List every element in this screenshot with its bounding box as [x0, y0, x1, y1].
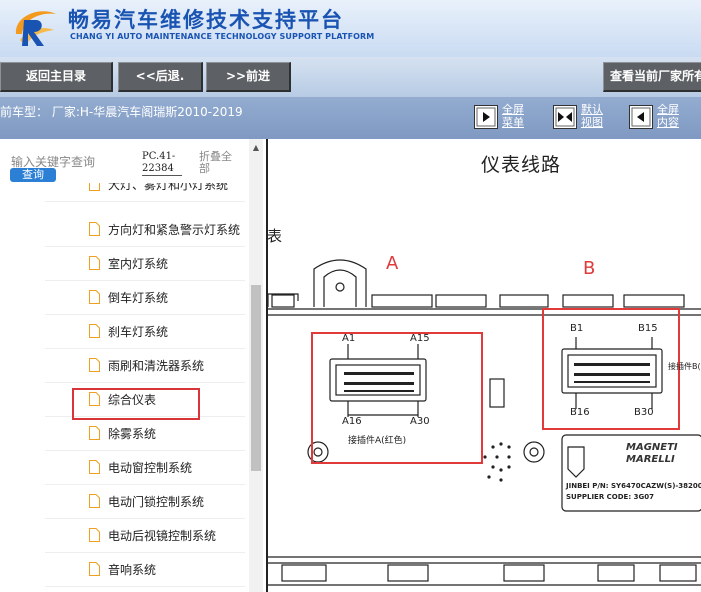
diagram-panel: 仪表线路 表 A B A1 A15 A16 A30 接插件A(红色) B1 B1… [266, 139, 701, 592]
connector-b-caption: 接插件B( [668, 362, 701, 371]
tree-item-label: 电动窗控制系统 [108, 461, 193, 475]
document-icon [89, 426, 100, 440]
pin-b30-label: B30 [634, 407, 654, 418]
tree-item-power-window[interactable]: 电动窗控制系统 [45, 450, 245, 485]
tree-item-door-lock[interactable]: 电动门锁控制系统 [45, 484, 245, 519]
tree-item-interior-light[interactable]: 室内灯系统 [45, 246, 245, 281]
tree-item-label: 方向灯和紧急警示灯系统 [108, 223, 241, 237]
default-view-icon [553, 105, 577, 129]
part-number-label: JINBEI P/N: SY6470CAZW(S)-3820010 [566, 482, 701, 490]
document-icon [89, 358, 100, 372]
tree-item-mirror[interactable]: 电动后视镜控制系统 [45, 518, 245, 553]
tree-item-audio[interactable]: 音响系统 [45, 552, 245, 587]
fullscreen-menu-label-2: 菜单 [502, 116, 524, 129]
tree-item-reverse-light[interactable]: 倒车灯系统 [45, 280, 245, 315]
fullscreen-content-icon [629, 105, 653, 129]
platform-title: 畅易汽车维修技术支持平台 [68, 8, 344, 32]
view-factory-button[interactable]: 查看当前厂家所有 [603, 62, 701, 92]
document-icon [89, 494, 100, 508]
current-vehicle-label: 前车型： 厂家:H-华晨汽车阁瑞斯2010-2019 [0, 105, 243, 119]
tree-item-label: 室内灯系统 [108, 257, 169, 271]
pin-a16-label: A16 [342, 416, 362, 427]
home-button[interactable]: 返回主目录 [0, 62, 113, 92]
document-icon [89, 528, 100, 542]
search-button[interactable]: 查询 [10, 168, 56, 182]
vehicle-info-bar: 前车型： 厂家:H-华晨汽车阁瑞斯2010-2019 全屏 菜单 默认 视图 全屏内… [0, 97, 701, 139]
document-icon [89, 562, 100, 576]
forward-button[interactable]: >>前进 [206, 62, 291, 92]
tree-item-label: 音响系统 [108, 563, 157, 577]
pin-b1-label: B1 [570, 323, 584, 334]
document-icon [89, 290, 100, 304]
connector-a-caption: 接插件A(红色) [348, 436, 407, 446]
tree-item-label: 电动门锁控制系统 [108, 495, 205, 509]
document-icon [89, 222, 100, 236]
highlight-annotation-box [72, 388, 200, 420]
tree-item-brake-light[interactable]: 刹车灯系统 [45, 314, 245, 349]
tree-item-label: 刹车灯系统 [108, 325, 169, 339]
tree-item-label: 雨刷和清洗器系统 [108, 359, 205, 373]
default-view-label-2: 视图 [581, 116, 603, 129]
scroll-thumb[interactable] [251, 285, 261, 471]
navigation-bar: 返回主目录 <<后退. >>前进 查看当前厂家所有 [0, 57, 701, 97]
diagram-cut-label: 表 [267, 227, 283, 245]
diagram-title: 仪表线路 [481, 154, 562, 176]
document-icon [89, 324, 100, 338]
scroll-up-arrow-icon[interactable]: ▲ [249, 143, 263, 155]
wiring-diagram [268, 259, 701, 586]
left-scrollbar[interactable]: ▲ [249, 139, 263, 592]
pin-a1-label: A1 [342, 333, 356, 344]
tree-item-label: 除雾系统 [108, 427, 157, 441]
pin-b15-label: B15 [638, 323, 658, 334]
document-icon [89, 183, 100, 191]
fullscreen-menu-button[interactable]: 全屏 菜单 [474, 103, 534, 133]
default-view-button[interactable]: 默认 视图 [553, 103, 613, 133]
pin-a15-label: A15 [410, 333, 430, 344]
fullscreen-content-button[interactable]: 全屏 内容 [629, 103, 689, 133]
brand-name-1: MAGNETI [626, 442, 678, 453]
pin-a30-label: A30 [410, 416, 430, 427]
tree-item-defog[interactable]: 除雾系统 [45, 416, 245, 451]
default-view-label-1: 默认 [581, 103, 603, 116]
connector-a-letter: A [386, 253, 399, 274]
platform-subtitle: CHANG YI AUTO MAINTENANCE TECHNOLOGY SUP… [70, 32, 375, 41]
orange-swirl-logo-icon [15, 11, 56, 46]
fullscreen-menu-icon [474, 105, 498, 129]
tree-item-label: 大灯、雾灯和小灯系统 [108, 183, 229, 192]
tree-item-label: 电动后视镜控制系统 [108, 529, 217, 543]
tree-item-lights[interactable]: 大灯、雾灯和小灯系统 [45, 183, 245, 202]
tree-item-wiper[interactable]: 雨刷和清洗器系统 [45, 348, 245, 383]
left-menu-panel: 输入关键字查询 查询 PC.41-22384 折叠全部 大灯、雾灯和小灯系统 方… [0, 139, 263, 592]
brand-name-2: MARELLI [626, 454, 675, 465]
pin-b16-label: B16 [570, 407, 590, 418]
document-icon [89, 460, 100, 474]
tree-item-turn-signal[interactable]: 方向灯和紧急警示灯系统 [45, 212, 245, 247]
header-banner: 畅易汽车维修技术支持平台 CHANG YI AUTO MAINTENANCE T… [0, 0, 701, 57]
tree-item-label: 倒车灯系统 [108, 291, 169, 305]
fullscreen-menu-label-1: 全屏 [502, 103, 524, 116]
document-icon [89, 256, 100, 270]
connector-b-letter: B [583, 258, 596, 279]
back-button[interactable]: <<后退. [118, 62, 203, 92]
supplier-code-label: SUPPLIER CODE: 3G07 [566, 493, 654, 501]
fullscreen-content-label-1: 全屏 [657, 103, 679, 116]
fullscreen-content-label-2: 内容 [657, 116, 679, 129]
pc-code-field[interactable]: PC.41-22384 [142, 151, 182, 176]
collapse-all-link[interactable]: 折叠全部 [199, 151, 239, 175]
